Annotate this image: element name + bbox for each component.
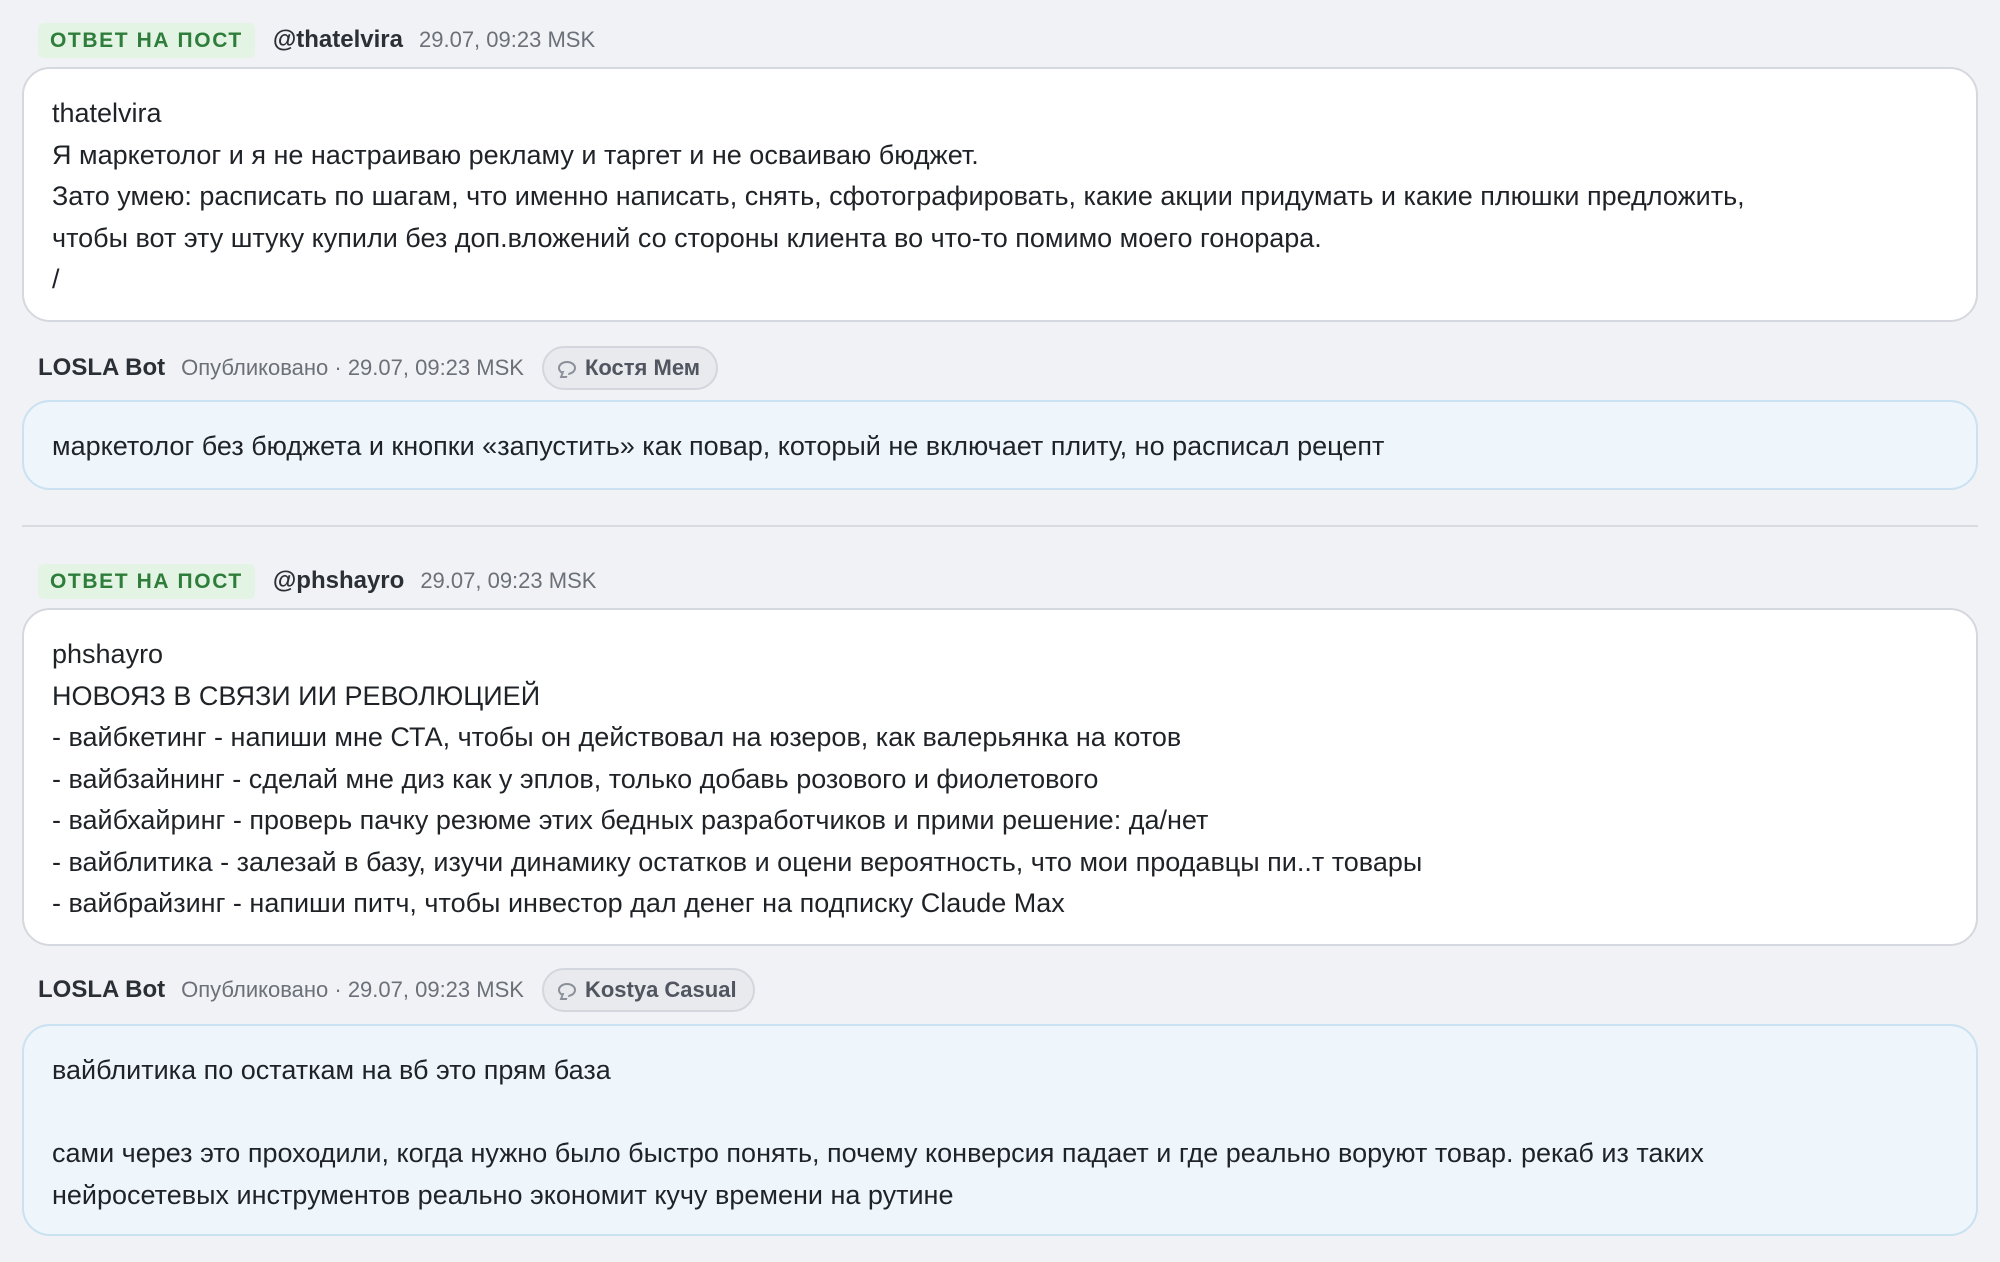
reply-to-post-tag: ОТВЕТ НА ПОСТ	[38, 563, 255, 599]
post-text-line: - вайбкетинг - напиши мне СТА, чтобы он …	[52, 722, 1182, 752]
bot-name: LOSLA Bot	[38, 976, 166, 1003]
bot-reply-card: вайблитика по остаткам на вб это прям ба…	[22, 1024, 1978, 1236]
reply-blank-line	[52, 1092, 1948, 1134]
post-header: ОТВЕТ НА ПОСТ @phshayro 29.07, 09:23 MSK	[38, 563, 596, 599]
post-text-line: - вайбрайзинг - напиши питч, чтобы инвес…	[52, 888, 1065, 918]
post-text-line: /	[52, 264, 60, 294]
published-timestamp: Опубликовано · 29.07, 09:23 MSK	[181, 355, 524, 380]
post-text-line: thatelvira	[52, 98, 162, 128]
post-text-line: Я маркетолог и я не настраиваю рекламу и…	[52, 139, 979, 170]
chat-bubble-icon	[557, 361, 576, 375]
reply-text-line: вайблитика по остаткам на вб это прям ба…	[52, 1055, 611, 1085]
bot-name: LOSLA Bot	[38, 354, 166, 381]
bot-reply-card: маркетолог без бюджета и кнопки «запусти…	[22, 400, 1978, 490]
post-text-line: чтобы вот эту штуку купили без доп.вложе…	[52, 222, 1322, 253]
reply-text-line: нейросетевых инструментов реально эконом…	[52, 1179, 954, 1210]
post-card: phshayro НОВОЯЗ В СВЯЗИ ИИ РЕВОЛЮЦИЕЙ - …	[22, 608, 1978, 946]
post-text-line: - вайблитика - залезай в базу, изучи дин…	[52, 846, 1423, 877]
bot-reply-header: LOSLA Bot Опубликовано · 29.07, 09:23 MS…	[38, 966, 755, 1014]
reply-to-post-tag: ОТВЕТ НА ПОСТ	[38, 22, 255, 58]
persona-chip[interactable]: Костя Мем	[541, 346, 719, 390]
published-timestamp: Опубликовано · 29.07, 09:23 MSK	[181, 977, 524, 1002]
post-header: ОТВЕТ НА ПОСТ @thatelvira 29.07, 09:23 M…	[38, 22, 595, 58]
post-card: thatelvira Я маркетолог и я не настраива…	[22, 67, 1978, 322]
post-text-line: Зато умею: расписать по шагам, что именн…	[52, 181, 1745, 211]
persona-chip[interactable]: Kostya Casual	[541, 968, 755, 1012]
chat-bubble-icon	[557, 983, 576, 997]
persona-label: Костя Мем	[584, 355, 701, 380]
post-text-line: phshayro	[52, 639, 164, 669]
reply-text-line: маркетолог без бюджета и кнопки «запусти…	[52, 431, 1385, 461]
bot-reply-header: LOSLA Bot Опубликовано · 29.07, 09:23 MS…	[38, 344, 719, 392]
author-handle[interactable]: @thatelvira	[273, 26, 403, 54]
post-timestamp: 29.07, 09:23 MSK	[419, 27, 596, 52]
reply-feed: ОТВЕТ НА ПОСТ @thatelvira 29.07, 09:23 M…	[0, 0, 2000, 1262]
thread-divider	[22, 525, 1978, 527]
author-handle[interactable]: @phshayro	[273, 567, 404, 595]
post-text-line: - вайбхайринг - проверь пачку резюме эти…	[52, 805, 1209, 835]
post-text-line: НОВОЯЗ В СВЯЗИ ИИ РЕВОЛЮЦИЕЙ	[52, 680, 541, 711]
post-text-line: - вайбзайнинг - сделай мне диз как у эпл…	[52, 763, 1099, 794]
post-timestamp: 29.07, 09:23 MSK	[420, 568, 597, 593]
persona-label: Kostya Casual	[584, 977, 737, 1002]
reply-text-line: сами через это проходили, когда нужно бы…	[52, 1138, 1704, 1168]
